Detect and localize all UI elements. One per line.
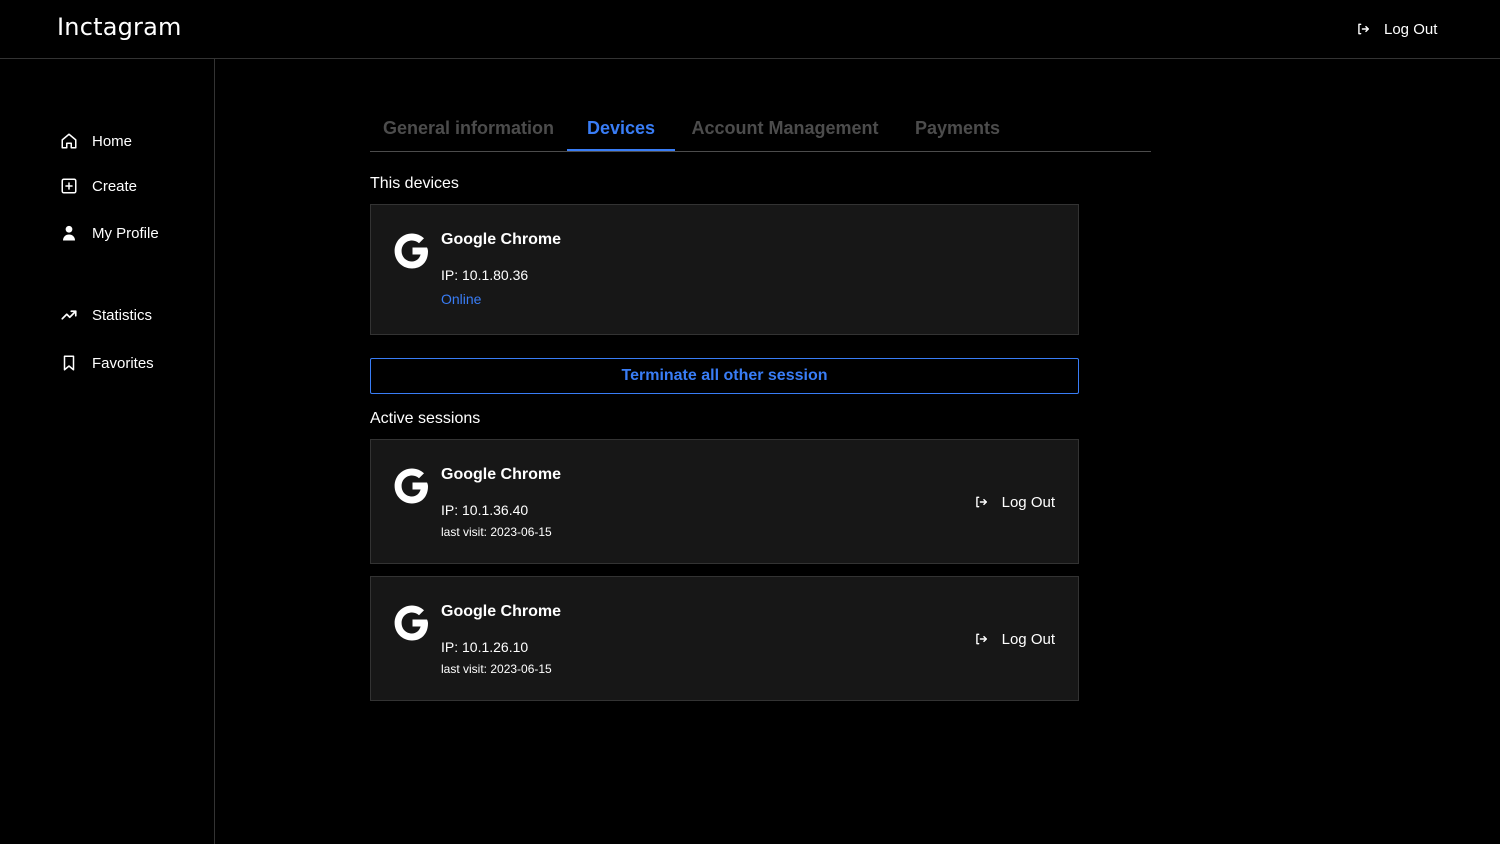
sidebar-item-label: Favorites	[92, 354, 154, 372]
log-out-icon	[1356, 22, 1370, 36]
settings-tabs: General information Devices Account Mana…	[370, 106, 1151, 152]
sidebar-item-favorites[interactable]: Favorites	[60, 352, 154, 374]
session-card: Google Chrome IP: 10.1.26.10 last visit:…	[370, 576, 1079, 701]
sidebar-item-my-profile[interactable]: My Profile	[60, 222, 159, 244]
sidebar-item-label: Home	[92, 132, 133, 150]
person-icon	[60, 224, 78, 242]
terminate-all-sessions-button[interactable]: Terminate all other session	[370, 358, 1079, 394]
active-sessions-title: Active sessions	[370, 410, 481, 427]
header-logout-label: Log Out	[1384, 20, 1438, 38]
sidebar-item-statistics[interactable]: Statistics	[60, 304, 152, 326]
google-icon	[393, 603, 431, 648]
bookmark-icon	[60, 354, 78, 372]
google-icon	[393, 231, 431, 276]
session-logout-label: Log Out	[1001, 493, 1055, 511]
sidebar-item-label: Create	[92, 177, 138, 195]
header-logout-button[interactable]: Log Out	[1356, 19, 1437, 39]
session-logout-label: Log Out	[1001, 630, 1055, 648]
session-logout-button[interactable]: Log Out	[974, 492, 1055, 512]
log-out-icon	[974, 632, 988, 646]
session-ip: IP: 10.1.36.40	[441, 502, 529, 518]
tab-account-management[interactable]: Account Management	[675, 106, 895, 151]
device-status: Online	[441, 291, 482, 307]
session-last-visit: last visit: 2023-06-15	[441, 662, 552, 676]
log-out-icon	[974, 495, 988, 509]
tab-devices[interactable]: Devices	[567, 106, 675, 151]
app-logo[interactable]: Inctagram	[57, 13, 182, 41]
session-logout-button[interactable]: Log Out	[974, 629, 1055, 649]
current-device-card: Google Chrome IP: 10.1.80.36 Online	[370, 204, 1079, 335]
tab-payments[interactable]: Payments	[895, 106, 1020, 151]
home-icon	[60, 132, 78, 150]
sidebar-item-home[interactable]: Home	[60, 130, 132, 152]
top-header: Inctagram Log Out	[0, 0, 1500, 59]
google-icon	[393, 466, 431, 511]
sidebar-item-create[interactable]: Create	[60, 175, 137, 197]
plus-square-icon	[60, 177, 78, 195]
this-devices-title: This devices	[370, 175, 459, 192]
tab-general-information[interactable]: General information	[370, 106, 567, 151]
sidebar-item-label: My Profile	[92, 224, 159, 242]
device-ip: IP: 10.1.80.36	[441, 267, 529, 283]
sidebar: Home Create My Profile Statistics Favori…	[0, 59, 215, 844]
session-last-visit: last visit: 2023-06-15	[441, 525, 552, 539]
session-browser-name: Google Chrome	[441, 603, 562, 620]
session-ip: IP: 10.1.26.10	[441, 639, 529, 655]
session-card: Google Chrome IP: 10.1.36.40 last visit:…	[370, 439, 1079, 564]
session-browser-name: Google Chrome	[441, 466, 562, 483]
sidebar-item-label: Statistics	[92, 306, 153, 324]
trending-up-icon	[60, 306, 78, 324]
device-browser-name: Google Chrome	[441, 231, 562, 248]
